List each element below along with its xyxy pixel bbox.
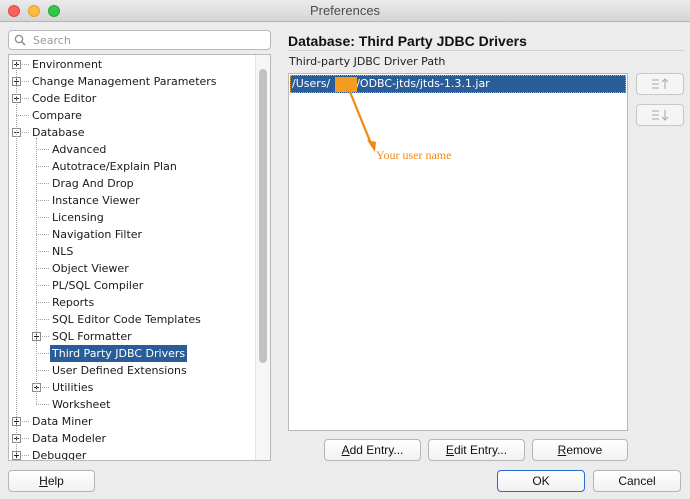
- tree-item[interactable]: Environment: [9, 56, 255, 73]
- move-up-icon: [652, 78, 669, 89]
- tree-item-label: Compare: [32, 109, 82, 122]
- tree-item-label: Navigation Filter: [52, 228, 143, 241]
- window-title: Preferences: [309, 3, 381, 18]
- tree-item-label: Environment: [32, 58, 103, 71]
- annotation-label: Your user name: [376, 148, 452, 162]
- tree-item-label: Data Miner: [32, 415, 93, 428]
- tree-item[interactable]: User Defined Extensions: [9, 362, 255, 379]
- remove-button[interactable]: Remove: [532, 439, 628, 461]
- tree-item[interactable]: SQL Editor Code Templates: [9, 311, 255, 328]
- tree-connector: [22, 64, 29, 65]
- tree-item[interactable]: Navigation Filter: [9, 226, 255, 243]
- tree-scroll-thumb[interactable]: [259, 69, 267, 363]
- tree-item[interactable]: Third Party JDBC Drivers: [9, 345, 255, 362]
- tree-item-label: Advanced: [52, 143, 107, 156]
- tree-item-label: Licensing: [52, 211, 104, 224]
- tree-connector: [36, 183, 49, 184]
- tree-item[interactable]: Utilities: [9, 379, 255, 396]
- tree-item-label: NLS: [52, 245, 74, 258]
- tree-item[interactable]: SQL Formatter: [9, 328, 255, 345]
- tree-connector: [16, 115, 29, 116]
- tree-connector: [22, 455, 29, 456]
- tree-item-label: Utilities: [52, 381, 94, 394]
- tree-connector: [22, 438, 29, 439]
- tree-connector: [36, 268, 49, 269]
- tree-item[interactable]: Data Miner: [9, 413, 255, 430]
- search-input[interactable]: [33, 33, 263, 47]
- tree-item-label: Instance Viewer: [52, 194, 140, 207]
- move-down-icon: [652, 110, 669, 121]
- tree-item-label: Autotrace/Explain Plan: [52, 160, 177, 173]
- tree-item-label: Third Party JDBC Drivers: [50, 345, 188, 362]
- tree-item-label: PL/SQL Compiler: [52, 279, 144, 292]
- tree-guide-database: [36, 138, 37, 404]
- title-bar: Preferences: [0, 0, 690, 22]
- tree-connector: [36, 149, 49, 150]
- ok-button[interactable]: OK: [497, 470, 585, 492]
- tree-item-label: Code Editor: [32, 92, 97, 105]
- annotation-arrow-icon: [348, 91, 376, 152]
- tree-connector: [22, 421, 29, 422]
- tree-scrollbar[interactable]: [255, 55, 270, 460]
- tree-connector: [36, 302, 49, 303]
- tree-connector: [36, 370, 49, 371]
- tree-item[interactable]: Compare: [9, 107, 255, 124]
- tree-item[interactable]: Worksheet: [9, 396, 255, 413]
- tree-item[interactable]: Autotrace/Explain Plan: [9, 158, 255, 175]
- tree-item[interactable]: Advanced: [9, 141, 255, 158]
- tree-guide-root: [16, 64, 17, 455]
- preferences-tree[interactable]: Environment Change Management Parameters C…: [8, 54, 271, 461]
- tree-connector: [22, 98, 29, 99]
- move-down-button[interactable]: [636, 104, 684, 126]
- tree-item-label: SQL Editor Code Templates: [52, 313, 201, 326]
- cancel-button[interactable]: Cancel: [593, 470, 681, 492]
- tree-item[interactable]: Licensing: [9, 209, 255, 226]
- add-entry-button[interactable]: Add Entry...: [324, 439, 421, 461]
- tree-connector: [36, 234, 49, 235]
- tree-item-label: SQL Formatter: [52, 330, 132, 343]
- tree-connector: [22, 81, 29, 82]
- driver-path-label: Third-party JDBC Driver Path: [289, 55, 446, 68]
- tree-item[interactable]: Debugger: [9, 447, 255, 461]
- title-divider: [288, 50, 684, 51]
- tree-item[interactable]: NLS: [9, 243, 255, 260]
- tree-item-label: User Defined Extensions: [52, 364, 187, 377]
- search-box[interactable]: [8, 30, 271, 50]
- tree-connector: [36, 285, 49, 286]
- tree-item[interactable]: PL/SQL Compiler: [9, 277, 255, 294]
- tree-connector: [36, 251, 49, 252]
- tree-connector: [42, 387, 49, 388]
- search-icon: [14, 34, 26, 46]
- tree-connector: [36, 166, 49, 167]
- tree-item-label: Reports: [52, 296, 95, 309]
- tree-item[interactable]: Code Editor: [9, 90, 255, 107]
- tree-item-label: Debugger: [32, 449, 87, 461]
- tree-item[interactable]: Database: [9, 124, 255, 141]
- tree-connector: [36, 200, 49, 201]
- help-button[interactable]: Help: [8, 470, 95, 492]
- tree-connector: [22, 132, 29, 133]
- tree-item[interactable]: Drag And Drop: [9, 175, 255, 192]
- tree-connector: [36, 217, 49, 218]
- move-up-button[interactable]: [636, 73, 684, 95]
- tree-item[interactable]: Object Viewer: [9, 260, 255, 277]
- tree-item[interactable]: Data Modeler: [9, 430, 255, 447]
- tree-connector: [42, 336, 49, 337]
- tree-item-label: Object Viewer: [52, 262, 129, 275]
- tree-connector: [36, 404, 49, 405]
- tree-item-label: Data Modeler: [32, 432, 107, 445]
- tree-item[interactable]: Instance Viewer: [9, 192, 255, 209]
- tree-item-label: Change Management Parameters: [32, 75, 217, 88]
- tree-item-label: Drag And Drop: [52, 177, 134, 190]
- edit-entry-button[interactable]: Edit Entry...: [428, 439, 525, 461]
- tree-connector: [36, 319, 49, 320]
- tree-item[interactable]: Change Management Parameters: [9, 73, 255, 90]
- tree-connector: [36, 353, 49, 354]
- tree-item[interactable]: Reports: [9, 294, 255, 311]
- tree-item-label: Database: [32, 126, 85, 139]
- tree-item-label: Worksheet: [52, 398, 111, 411]
